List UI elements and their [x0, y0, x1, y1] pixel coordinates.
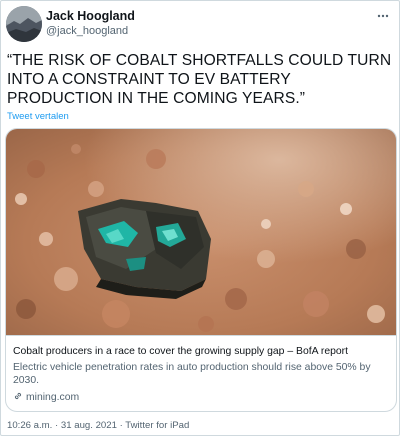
link-preview-card[interactable]: Cobalt producers in a race to cover the … — [5, 128, 397, 412]
meta-separator: · — [119, 420, 123, 431]
card-title: Cobalt producers in a race to cover the … — [13, 346, 349, 357]
avatar[interactable] — [6, 6, 42, 42]
link-icon — [13, 391, 23, 404]
card-image[interactable] — [6, 129, 396, 335]
tweet-card: Jack Hoogland @jack_hoogland “THE RISK O… — [0, 0, 400, 436]
card-domain-row: mining.com — [13, 391, 79, 404]
meta-separator: · — [55, 420, 59, 431]
card-domain: mining.com — [26, 392, 80, 403]
tweet-text: “THE RISK OF COBALT SHORTFALLS COULD TUR… — [7, 52, 392, 107]
card-body[interactable]: Cobalt producers in a race to cover the … — [6, 335, 396, 411]
translate-link[interactable]: Tweet vertalen — [7, 111, 69, 122]
tweet-client[interactable]: Twitter for iPad — [125, 420, 189, 431]
author-name[interactable]: Jack Hoogland — [46, 9, 135, 23]
author-handle[interactable]: @jack_hoogland — [46, 25, 128, 37]
card-description: Electric vehicle penetration rates in au… — [13, 362, 371, 386]
tweet-time[interactable]: 10:26 a.m. — [7, 420, 52, 431]
tweet-meta: 10:26 a.m. · 31 aug. 2021 · Twitter for … — [7, 420, 189, 431]
tweet-date[interactable]: 31 aug. 2021 — [61, 420, 117, 431]
more-options-icon[interactable] — [376, 9, 390, 23]
tweet-header: Jack Hoogland @jack_hoogland — [6, 6, 394, 42]
